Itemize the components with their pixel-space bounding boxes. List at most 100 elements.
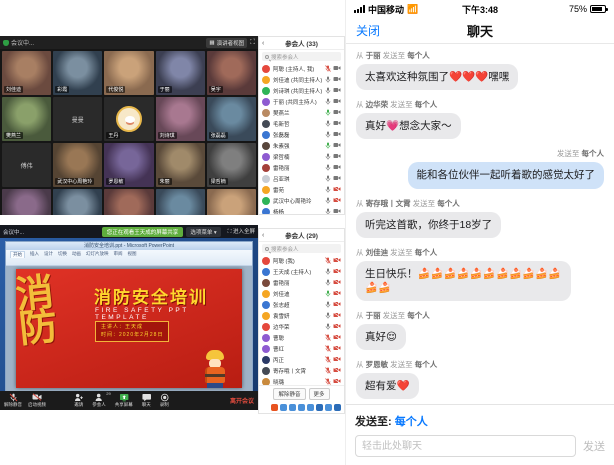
toolbar-mic-off-button[interactable]: 解除静音 [4, 393, 22, 408]
participant-row[interactable]: 樊燕兰 [259, 107, 344, 118]
sogou-logo-icon[interactable] [271, 404, 278, 411]
participants-footer-button[interactable]: 更多 [309, 388, 330, 400]
video-tile[interactable]: 刘佳迪 [2, 51, 51, 95]
chat-navbar: 关闭 聊天 [346, 18, 614, 44]
message-bubble[interactable]: 真好💗想念大家～ [356, 113, 461, 139]
meeting-info: 会议中... [3, 228, 99, 236]
video-tile[interactable]: 吴宇 [207, 51, 256, 95]
participant-row[interactable]: 杨杨 [259, 206, 344, 214]
participant-row[interactable]: 雷苑 [259, 184, 344, 195]
message-bubble[interactable]: 超有爱❤️ [356, 373, 419, 399]
participant-avatar [262, 290, 270, 298]
video-tile[interactable]: 梁哲楠 [207, 143, 256, 187]
video-tile[interactable]: 张磊磊 [207, 97, 256, 141]
video-tile[interactable]: 樊燕兰 [2, 97, 51, 141]
participant-row[interactable]: 张磊磊 [259, 129, 344, 140]
participant-row[interactable]: 武汉中心周艳玲 [259, 195, 344, 206]
ribbon-tab[interactable]: 设计 [44, 251, 53, 257]
video-tile[interactable]: 李哲 [53, 189, 102, 215]
ribbon-tab[interactable]: 审阅 [114, 251, 123, 257]
participant-search-input[interactable]: 搜索参会人 [262, 244, 341, 253]
fullscreen-icon[interactable]: ⛶ [250, 39, 255, 47]
participant-avatar [262, 109, 270, 117]
participant-row[interactable]: 朱素强 [259, 140, 344, 151]
toolbar-record-button[interactable]: 录制 [160, 393, 169, 408]
participant-row[interactable]: 王天成 (主持人) [259, 266, 344, 277]
video-tile[interactable]: 王丹 [104, 97, 153, 141]
video-tile[interactable]: 曼曼 [53, 97, 102, 141]
enter-fullscreen-button[interactable]: ⛶ 进入全屏 [224, 227, 255, 236]
participant-row[interactable]: 于丽 (共同主持人) [259, 96, 344, 107]
participant-row[interactable]: 张志超 [259, 299, 344, 310]
chat-message: 从 寄存哦丨文霄 发送至 每个人听完这首歌，你终于18岁了 [356, 198, 604, 238]
tools-icon[interactable] [334, 404, 341, 411]
ribbon-tab[interactable]: 幻灯片放映 [86, 251, 109, 257]
participant-row[interactable]: 毛新哲 [259, 118, 344, 129]
participant-row[interactable]: 曹聪 [259, 332, 344, 343]
participant-row[interactable]: 阿聪 (我) [259, 255, 344, 266]
ribbon-tab[interactable]: 开始 [10, 251, 25, 258]
security-shield-icon [3, 40, 9, 46]
ribbon-tab[interactable]: 切换 [58, 251, 67, 257]
toolbar-video-off-button[interactable]: 启动视频 [28, 393, 46, 408]
toolbar-participants-button[interactable]: 参会人29 [92, 393, 106, 408]
participant-row[interactable]: 雷艳丽 [259, 277, 344, 288]
video-tile[interactable]: 傅伟 [2, 143, 51, 187]
video-tile[interactable]: 于丽 [156, 51, 205, 95]
mic-status-icon [325, 131, 331, 138]
emoji-icon[interactable] [280, 404, 287, 411]
message-bubble[interactable]: 听完这首歌，你终于18岁了 [356, 212, 501, 238]
back-chevron-icon[interactable]: ‹ [262, 40, 264, 47]
toolbar-share-screen-button[interactable]: 共享屏幕 [115, 393, 133, 408]
video-tile[interactable]: 罗恩敏 [104, 143, 153, 187]
participant-row[interactable]: 刘佳迪 (共同主持人) [259, 74, 344, 85]
message-bubble[interactable]: 生日快乐！🍰🍰🍰🍰🍰🍰🍰🍰🍰🍰🍰🍰🍰 [356, 261, 571, 301]
speaker-view-button[interactable]: ▦ 演讲者视图 [206, 38, 247, 48]
participant-row[interactable]: 寄存哦丨文霄 [259, 365, 344, 376]
participant-row[interactable]: 晓璐 [259, 376, 344, 385]
toolbar-chat-button[interactable]: 聊天 [142, 393, 151, 408]
handwrite-icon[interactable] [289, 404, 296, 411]
keyboard-icon[interactable] [316, 404, 323, 411]
participant-row[interactable]: 袁雪妍 [259, 310, 344, 321]
toolbar-invite-button[interactable]: 邀请 [74, 393, 83, 408]
mic-status-icon [325, 175, 331, 182]
video-tile[interactable]: 曹聪 [207, 189, 256, 215]
video-tile[interactable]: 朱丽 [156, 143, 205, 187]
video-tile[interactable]: 雷艳丽 [104, 189, 153, 215]
settings-icon[interactable] [307, 404, 314, 411]
mic-icon[interactable] [298, 404, 305, 411]
participant-row[interactable]: 刘佳迪 [259, 288, 344, 299]
participant-row[interactable]: 刘诗琪 (共同主持人) [259, 85, 344, 96]
participants-footer-button[interactable]: 解除静音 [273, 388, 305, 400]
participant-row[interactable]: 阿聪 (主持人, 我) [259, 63, 344, 74]
leave-meeting-button[interactable]: 离开会议 [230, 396, 254, 405]
participant-search-input[interactable]: 搜索参会人 [262, 52, 341, 61]
participant-row[interactable]: 吕亚琪 [259, 173, 344, 184]
video-tile[interactable]: 武汉中心周艳玲 [53, 143, 102, 187]
chat-message-input[interactable] [355, 435, 576, 457]
message-list[interactable]: 从 于丽 发送至 每个人太喜欢这种氛围了❤️❤️❤️嘿嘿从 边华荣 发送至 每个… [346, 44, 614, 404]
participant-row[interactable]: 雷艳丽 [259, 162, 344, 173]
video-tile[interactable]: 彩霞 [53, 51, 102, 95]
video-tile[interactable]: 袁雪妍 [156, 189, 205, 215]
record-icon [160, 393, 169, 401]
ribbon-tab[interactable]: 插入 [30, 251, 39, 257]
participant-row[interactable]: 边华荣 [259, 321, 344, 332]
participant-row[interactable]: 曹红 [259, 343, 344, 354]
message-bubble[interactable]: 太喜欢这种氛围了❤️❤️❤️嘿嘿 [356, 64, 518, 90]
participant-row[interactable]: 丙正 [259, 354, 344, 365]
skin-icon[interactable] [325, 404, 332, 411]
send-to-selector[interactable]: 每个人 [395, 416, 428, 428]
ribbon-tab[interactable]: 动画 [72, 251, 81, 257]
ribbon-tab[interactable]: 视图 [128, 251, 137, 257]
send-button[interactable]: 发送 [583, 438, 605, 454]
back-chevron-icon[interactable]: ‹ [262, 232, 264, 239]
participant-row[interactable]: 梁哲楠 [259, 151, 344, 162]
options-menu-button[interactable]: 选项菜单 ▾ [186, 227, 220, 237]
message-bubble[interactable]: 能和各位伙伴一起听着歌的感觉太好了 [408, 162, 605, 188]
video-tile[interactable]: 刘诗琪 [156, 97, 205, 141]
video-tile[interactable]: 徐馨兰 [2, 189, 51, 215]
video-tile[interactable]: 代俊悦 [104, 51, 153, 95]
message-bubble[interactable]: 真好😌 [356, 324, 406, 350]
